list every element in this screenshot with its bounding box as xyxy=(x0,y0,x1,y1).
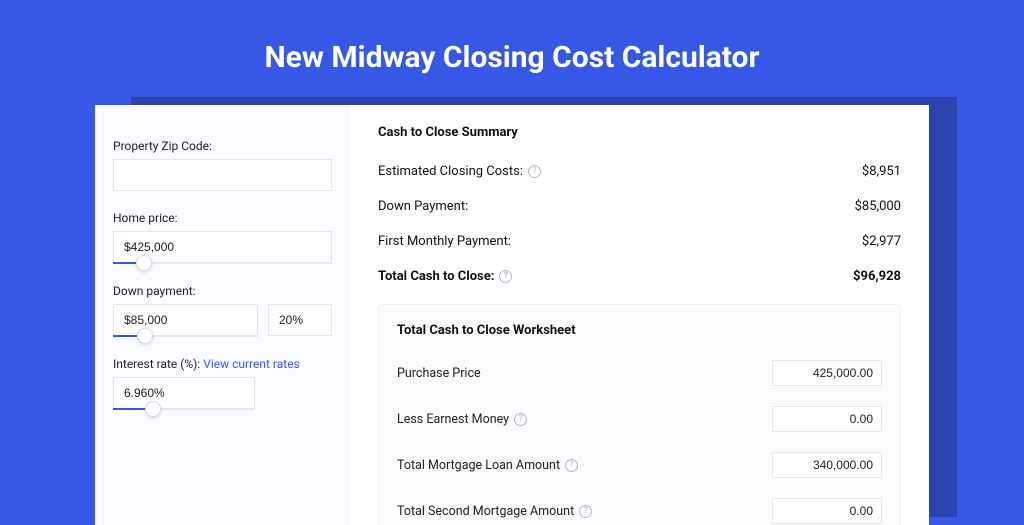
down-payment-label: Down payment: xyxy=(113,284,332,298)
worksheet-row-label-text: Purchase Price xyxy=(397,366,481,381)
worksheet-row-input[interactable] xyxy=(772,498,882,524)
home-price-slider-thumb[interactable] xyxy=(136,255,152,271)
interest-rate-label: Interest rate (%): xyxy=(113,357,200,371)
summary-row-label: Total Cash to Close:? xyxy=(378,269,512,284)
zip-field: Property Zip Code: xyxy=(113,139,332,191)
worksheet-row-label: Total Second Mortgage Amount? xyxy=(397,504,592,519)
worksheet-row: Total Second Mortgage Amount? xyxy=(397,488,882,525)
worksheet-row-label: Purchase Price xyxy=(397,366,481,381)
summary-row-label: Down Payment: xyxy=(378,199,468,214)
help-icon[interactable]: ? xyxy=(528,165,541,178)
interest-rate-slider-thumb[interactable] xyxy=(145,401,161,417)
summary-row: Total Cash to Close:? $96,928 xyxy=(378,259,901,294)
interest-rate-field: Interest rate (%): View current rates xyxy=(113,357,332,410)
worksheet-rows: Purchase PriceLess Earnest Money?Total M… xyxy=(397,350,882,525)
interest-rate-input[interactable] xyxy=(113,377,255,409)
worksheet-row-input[interactable] xyxy=(772,406,882,432)
down-payment-slider[interactable] xyxy=(113,335,258,337)
worksheet-row: Total Mortgage Loan Amount? xyxy=(397,442,882,488)
interest-rate-label-line: Interest rate (%): View current rates xyxy=(113,357,332,371)
summary-row: Down Payment: $85,000 xyxy=(378,189,901,224)
down-payment-pct-input[interactable] xyxy=(268,304,332,336)
summary-rows: Estimated Closing Costs:? $8,951 Down Paym… xyxy=(378,154,901,294)
summary-row: First Monthly Payment: $2,977 xyxy=(378,224,901,259)
summary-row-label-text: Down Payment: xyxy=(378,199,468,214)
summary-row-label-text: Total Cash to Close: xyxy=(378,269,494,284)
worksheet-row: Purchase Price xyxy=(397,350,882,396)
results-panel: Cash to Close Summary Estimated Closing … xyxy=(350,105,929,525)
interest-rate-slider[interactable] xyxy=(113,408,255,410)
summary-row-label-text: First Monthly Payment: xyxy=(378,234,511,249)
worksheet-row-label-text: Total Mortgage Loan Amount xyxy=(397,458,560,473)
summary-row-value: $8,951 xyxy=(862,164,901,179)
worksheet-row-label-text: Total Second Mortgage Amount xyxy=(397,504,574,519)
inputs-panel: Property Zip Code: Home price: Down paym… xyxy=(95,105,350,525)
summary-row-label-text: Estimated Closing Costs: xyxy=(378,164,523,179)
summary-title: Cash to Close Summary xyxy=(378,125,901,140)
down-payment-slider-thumb[interactable] xyxy=(137,328,153,344)
worksheet-row-label-text: Less Earnest Money xyxy=(397,412,509,427)
page-title: New Midway Closing Cost Calculator xyxy=(0,0,1024,105)
summary-row-value: $96,928 xyxy=(853,269,901,284)
worksheet-title: Total Cash to Close Worksheet xyxy=(397,323,882,338)
summary-row-label: Estimated Closing Costs:? xyxy=(378,164,541,179)
down-payment-field: Down payment: xyxy=(113,284,332,337)
zip-input[interactable] xyxy=(113,159,332,191)
summary-row-label: First Monthly Payment: xyxy=(378,234,511,249)
worksheet-row-input[interactable] xyxy=(772,452,882,478)
summary-row: Estimated Closing Costs:? $8,951 xyxy=(378,154,901,189)
zip-label: Property Zip Code: xyxy=(113,139,332,153)
calculator-wrap: Property Zip Code: Home price: Down paym… xyxy=(95,105,929,525)
down-payment-input[interactable] xyxy=(113,304,258,336)
worksheet-row-label: Less Earnest Money? xyxy=(397,412,527,427)
home-price-slider[interactable] xyxy=(113,262,332,264)
help-icon[interactable]: ? xyxy=(579,505,592,518)
help-icon[interactable]: ? xyxy=(499,270,512,283)
worksheet-row-input[interactable] xyxy=(772,360,882,386)
worksheet-row: Less Earnest Money? xyxy=(397,396,882,442)
help-icon[interactable]: ? xyxy=(565,459,578,472)
worksheet-row-label: Total Mortgage Loan Amount? xyxy=(397,458,578,473)
home-price-field: Home price: xyxy=(113,211,332,264)
summary-row-value: $85,000 xyxy=(855,199,901,214)
view-rates-link[interactable]: View current rates xyxy=(203,357,300,371)
worksheet-card: Total Cash to Close Worksheet Purchase P… xyxy=(378,304,901,525)
home-price-label: Home price: xyxy=(113,211,332,225)
summary-row-value: $2,977 xyxy=(862,234,901,249)
calculator-card: Property Zip Code: Home price: Down paym… xyxy=(95,105,929,525)
help-icon[interactable]: ? xyxy=(514,413,527,426)
